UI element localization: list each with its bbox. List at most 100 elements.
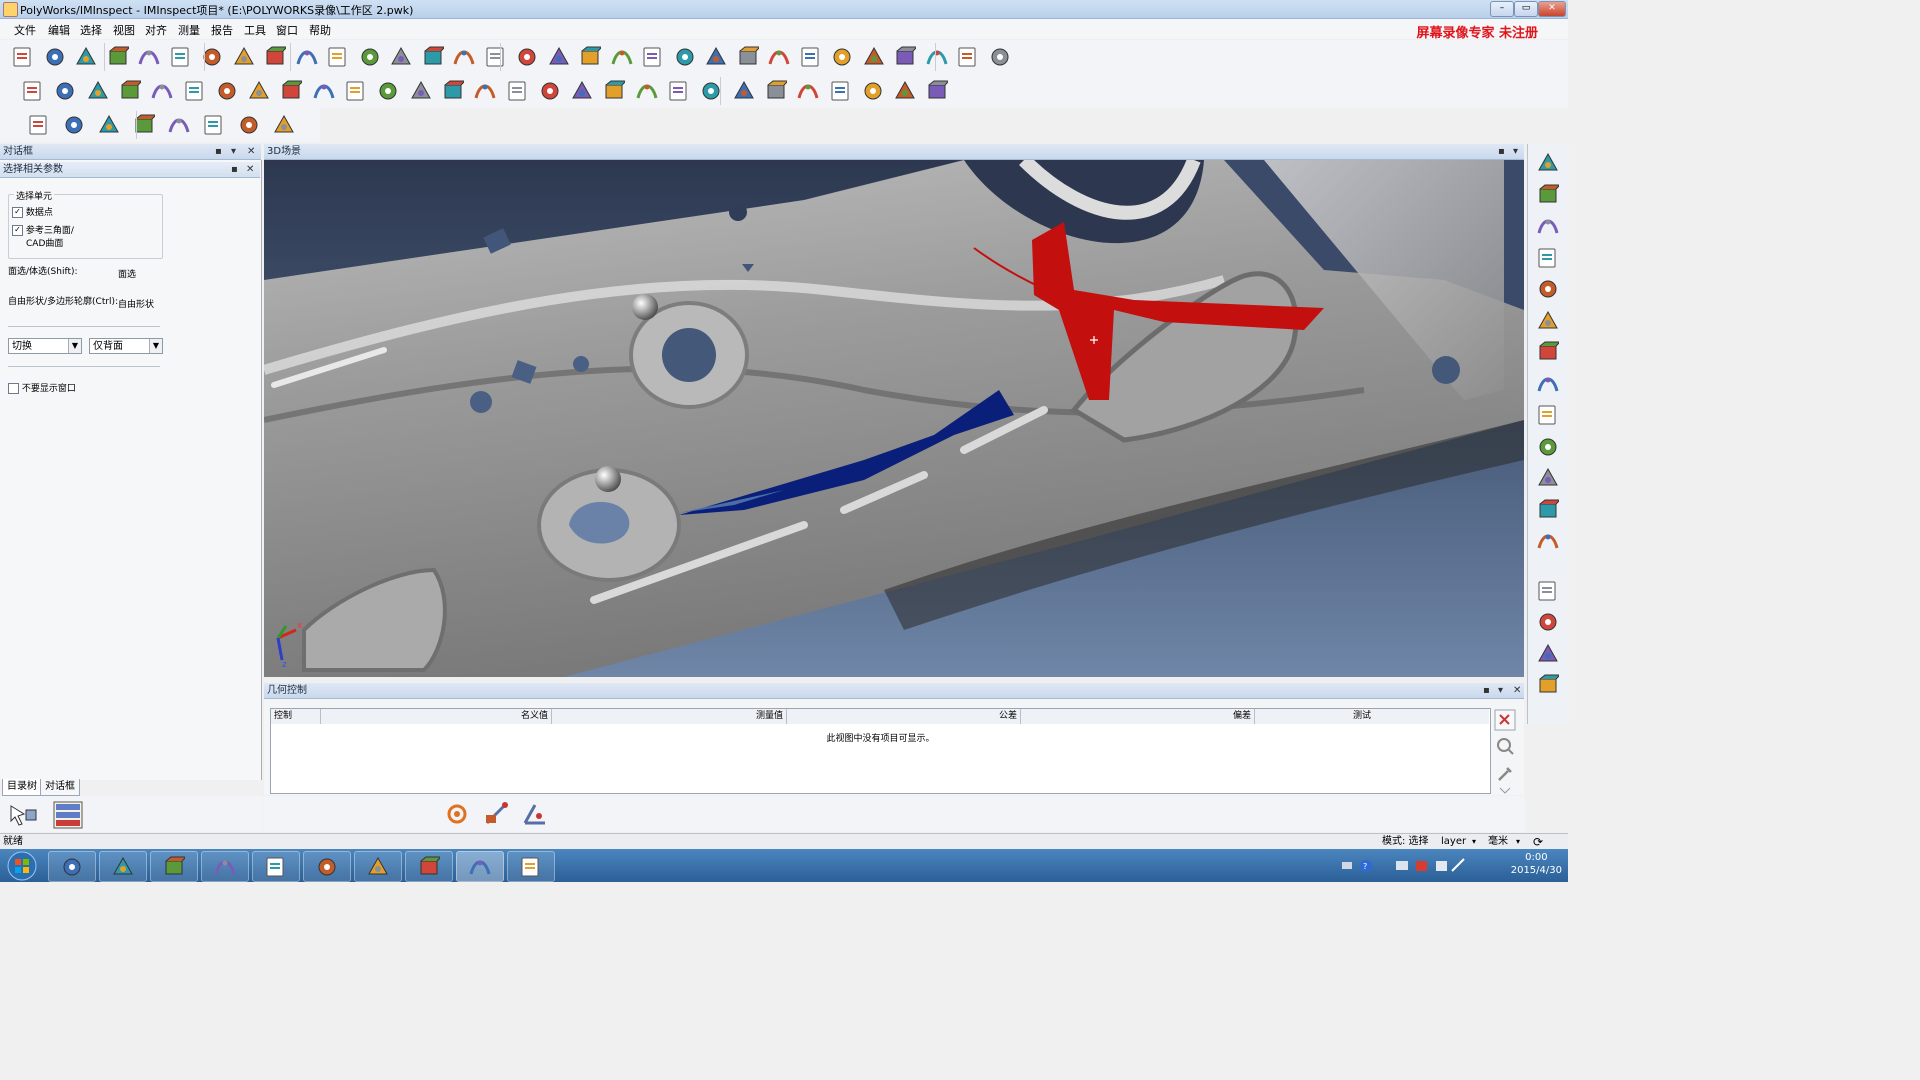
- zoom-icon[interactable]: [1494, 735, 1516, 757]
- zoom-window-icon[interactable]: [1535, 245, 1559, 269]
- color-cube-icon[interactable]: [451, 44, 475, 68]
- 360-taskbar-button[interactable]: [201, 851, 249, 882]
- word-taskbar-button[interactable]: [507, 851, 555, 882]
- refresh-icon[interactable]: ⟳: [1533, 834, 1543, 850]
- status-unit[interactable]: 毫米: [1488, 834, 1508, 850]
- fit-feature-icon[interactable]: [443, 801, 473, 827]
- system-clock[interactable]: 0:00 2015/4/30: [1511, 851, 1562, 877]
- microphone-icon[interactable]: [199, 44, 223, 68]
- curve-select-icon[interactable]: [26, 112, 50, 136]
- measure-icon[interactable]: [609, 44, 633, 68]
- select-box-icon[interactable]: [924, 78, 949, 102]
- menu-align[interactable]: 对齐: [145, 22, 167, 38]
- s-app-icon[interactable]: [161, 854, 185, 878]
- tab-tree[interactable]: 目录树: [2, 779, 42, 796]
- box-icon[interactable]: [472, 78, 496, 102]
- table-icon[interactable]: [640, 44, 664, 68]
- menu-help[interactable]: 帮助: [309, 22, 331, 38]
- distance-feature-icon[interactable]: [483, 801, 513, 827]
- start-icon[interactable]: [6, 851, 38, 881]
- scatter-icon[interactable]: [85, 78, 109, 102]
- mode-select[interactable]: 切换 ▼: [8, 338, 82, 354]
- system-tray-icons[interactable]: ?: [1340, 857, 1470, 875]
- no-show-window-checkbox[interactable]: 不要显示窗口: [8, 381, 76, 394]
- polyworks-icon[interactable]: [467, 854, 491, 878]
- cloud-icon[interactable]: [672, 44, 696, 68]
- car-panel-model[interactable]: [264, 160, 1524, 677]
- zoom-in-icon[interactable]: [1535, 213, 1559, 237]
- laser-icon[interactable]: [325, 44, 349, 68]
- menu-report[interactable]: 报告: [211, 22, 233, 38]
- note-icon[interactable]: [416, 854, 440, 878]
- pin-icon[interactable]: ▪: [231, 162, 238, 178]
- cancel-icon[interactable]: [136, 44, 160, 68]
- chevron-down-icon[interactable]: ▾: [1498, 683, 1503, 699]
- red-app-icon[interactable]: [314, 854, 338, 878]
- surface-icon[interactable]: [483, 44, 507, 68]
- sphere-icon[interactable]: [408, 78, 432, 102]
- ref-triangles-checkbox[interactable]: ✓ 参考三角面/: [12, 223, 74, 236]
- checkbox-checked-icon[interactable]: ✓: [12, 225, 23, 236]
- pin-icon[interactable]: ▪: [1483, 683, 1490, 699]
- status-layer[interactable]: layer: [1441, 834, 1466, 850]
- display-mode-icon[interactable]: [1535, 609, 1559, 633]
- height-icon[interactable]: [271, 112, 295, 136]
- cone-icon[interactable]: [375, 78, 399, 102]
- open-folder-icon[interactable]: [42, 44, 66, 68]
- save-icon[interactable]: [73, 44, 97, 68]
- reference-sphere-1[interactable]: [632, 294, 658, 320]
- feature-5-icon[interactable]: [987, 44, 1011, 68]
- rotate-icon[interactable]: [1535, 150, 1559, 174]
- binary-data-icon[interactable]: [357, 44, 381, 68]
- 360-icon[interactable]: [212, 854, 236, 878]
- dialog-icon[interactable]: [1535, 641, 1559, 665]
- maximize-button[interactable]: ▭: [1514, 1, 1538, 17]
- caliper-3-icon[interactable]: [795, 78, 819, 102]
- folder-icon[interactable]: [263, 854, 287, 878]
- fit-icon[interactable]: [577, 44, 601, 68]
- column-header-measured[interactable]: 测量值: [552, 709, 787, 724]
- new-file-icon[interactable]: [10, 44, 34, 68]
- column-header-control[interactable]: 控制: [271, 709, 321, 724]
- feature-1-icon[interactable]: [861, 44, 885, 68]
- close-icon[interactable]: ✕: [246, 162, 254, 178]
- grid-points-icon[interactable]: [52, 78, 76, 102]
- normal-icon[interactable]: [236, 112, 260, 136]
- menu-file[interactable]: 文件: [14, 22, 36, 38]
- plane-icon[interactable]: [149, 78, 173, 102]
- close-button[interactable]: ✕: [1538, 1, 1566, 17]
- polygon-icon[interactable]: [278, 78, 303, 102]
- chevron-down-icon[interactable]: ▾: [1513, 144, 1518, 160]
- add-icon[interactable]: [666, 78, 690, 102]
- menu-measure[interactable]: 测量: [178, 22, 200, 38]
- scroll-down-icon[interactable]: [1494, 787, 1516, 795]
- menu-edit[interactable]: 编辑: [48, 22, 70, 38]
- s-app-taskbar-button[interactable]: [150, 851, 198, 882]
- menu-view[interactable]: 视图: [113, 22, 135, 38]
- chevron-down-icon[interactable]: ▾: [231, 144, 236, 160]
- line-icon[interactable]: [117, 78, 141, 102]
- torus-icon[interactable]: [440, 78, 464, 102]
- slot-icon[interactable]: [214, 78, 238, 102]
- column-header-nominal[interactable]: 名义值: [321, 709, 552, 724]
- tab-dialog[interactable]: 对话框: [40, 779, 80, 796]
- cylinder-icon[interactable]: [343, 78, 367, 102]
- red-app-taskbar-button[interactable]: [303, 851, 351, 882]
- eye-icon[interactable]: [1535, 308, 1559, 332]
- close-icon[interactable]: ✕: [1513, 683, 1521, 699]
- angle-feature-icon[interactable]: [521, 801, 551, 827]
- hand-icon[interactable]: [1535, 528, 1559, 552]
- checkbox-checked-icon[interactable]: ✓: [12, 207, 23, 218]
- wrench-icon[interactable]: [1535, 497, 1559, 521]
- ie-taskbar-button[interactable]: [99, 851, 147, 882]
- curve-icon[interactable]: [514, 44, 538, 68]
- curve-box-icon[interactable]: [96, 112, 120, 136]
- layers-icon[interactable]: [1535, 465, 1559, 489]
- import-icon[interactable]: [262, 44, 286, 68]
- firefox-taskbar-button[interactable]: [48, 851, 96, 882]
- checkbox-icon[interactable]: [8, 383, 19, 394]
- spiral-icon[interactable]: [61, 112, 85, 136]
- pan-icon[interactable]: [1535, 182, 1559, 206]
- chevron-down-icon[interactable]: ▼: [149, 339, 162, 353]
- menu-tools[interactable]: 工具: [244, 22, 266, 38]
